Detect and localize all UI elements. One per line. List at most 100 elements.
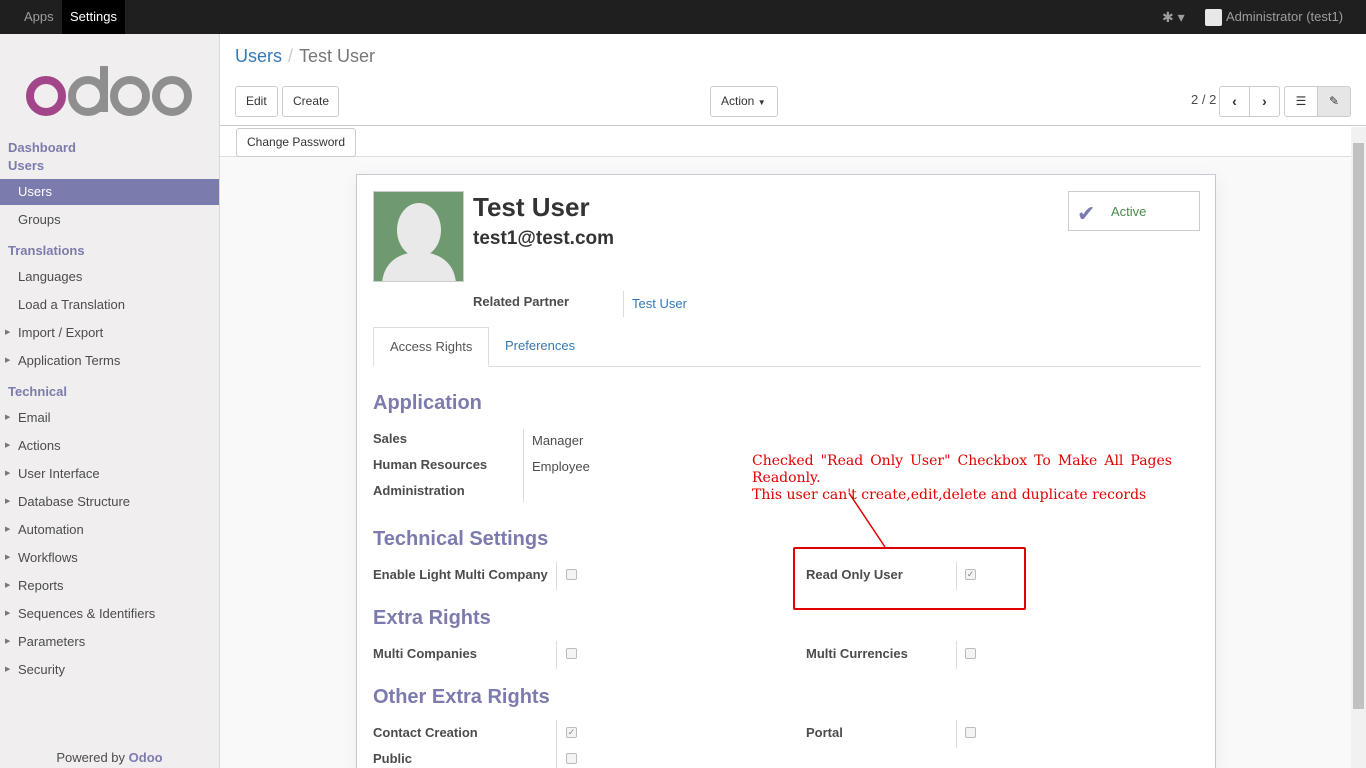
user-login-field: test1@test.com [473, 228, 615, 249]
sidebar-item-import-export[interactable]: ▶ Import / Export [0, 320, 219, 346]
sidebar-item-label: Automation [18, 522, 84, 537]
human-resources-label: Human Resources [373, 457, 488, 472]
pager-next-button[interactable]: › [1249, 86, 1280, 117]
sales-value[interactable]: Manager [532, 433, 583, 448]
sidebar-item-label: Application Terms [18, 353, 121, 368]
sidebar-item-groups[interactable]: Groups [0, 207, 219, 233]
sidebar-item-label: Import / Export [18, 325, 104, 340]
sidebar-item-automation[interactable]: ▶ Automation [0, 517, 219, 543]
human-resources-value[interactable]: Employee [532, 459, 590, 474]
settings-menu[interactable]: Settings [62, 0, 125, 34]
pager-value: 2 / 2 [1191, 92, 1217, 107]
sidebar-item-workflows[interactable]: ▶ Workflows [0, 545, 219, 571]
create-button[interactable]: Create [282, 86, 339, 117]
form-view-icon: ✎ [1328, 94, 1340, 108]
powered-by-text: Powered by [56, 750, 126, 765]
portal-checkbox[interactable] [965, 727, 976, 738]
active-toggle-button[interactable]: ✔ Active [1068, 191, 1200, 231]
check-icon: ✔ [1077, 201, 1096, 226]
field-divider [956, 720, 957, 748]
field-divider [623, 291, 624, 317]
list-view-button[interactable]: ☰ [1284, 86, 1318, 117]
user-menu[interactable]: Administrator (test1) [1205, 0, 1343, 34]
action-dropdown-button[interactable]: Action ▼ [710, 86, 778, 117]
active-label: Active [1111, 204, 1147, 219]
sidebar-item-parameters[interactable]: ▶ Parameters [0, 629, 219, 655]
change-password-button[interactable]: Change Password [236, 128, 357, 157]
sidebar-section-technical: Technical [8, 384, 68, 399]
list-view-icon: ☰ [1295, 94, 1307, 108]
sidebar-item-application-terms[interactable]: ▶ Application Terms [0, 348, 219, 374]
field-divider [956, 641, 957, 669]
sidebar-item-label: Sequences & Identifiers [18, 606, 156, 621]
caret-right-icon: ▶ [5, 498, 11, 505]
sidebar-item-label: Security [18, 662, 65, 677]
breadcrumb-users-link[interactable]: Users [235, 46, 282, 66]
sidebar: Dashboard Users Users Groups Translation… [0, 34, 220, 768]
tab-preferences[interactable]: Preferences [489, 327, 591, 367]
chevron-left-icon: ‹ [1232, 93, 1237, 109]
caret-right-icon: ▶ [5, 666, 11, 673]
scrollbar-thumb[interactable] [1353, 143, 1364, 709]
form-statusbar: Change Password [220, 127, 1351, 157]
sidebar-item-email[interactable]: ▶ Email [0, 405, 219, 431]
caret-right-icon: ▶ [5, 357, 11, 364]
light-multi-company-checkbox[interactable] [566, 569, 577, 580]
extra-rights-title: Extra Rights [373, 607, 491, 629]
caret-right-icon: ▶ [5, 526, 11, 533]
multi-companies-checkbox[interactable] [566, 648, 577, 659]
sidebar-item-label: User Interface [18, 466, 100, 481]
field-divider [556, 746, 557, 768]
form-view-button[interactable]: ✎ [1317, 86, 1351, 117]
user-placeholder-icon [374, 192, 463, 281]
tab-access-rights[interactable]: Access Rights [373, 327, 490, 367]
caret-right-icon: ▶ [5, 442, 11, 449]
chevron-right-icon: › [1262, 93, 1267, 109]
other-extra-rights-title: Other Extra Rights [373, 686, 550, 708]
sidebar-item-label: Reports [18, 578, 64, 593]
caret-right-icon: ▶ [5, 329, 11, 336]
sidebar-item-label: Actions [18, 438, 61, 453]
multi-currencies-label: Multi Currencies [806, 646, 908, 661]
sidebar-item-sequences[interactable]: ▶ Sequences & Identifiers [0, 601, 219, 627]
caret-down-icon: ▼ [757, 98, 766, 107]
control-panel: Users / Test User Edit Create Action ▼ 2 /… [220, 34, 1366, 126]
contact-creation-checkbox[interactable]: ✓ [566, 727, 577, 738]
sidebar-item-user-interface[interactable]: ▶ User Interface [0, 461, 219, 487]
public-label: Public [373, 751, 413, 766]
vertical-scrollbar[interactable] [1351, 127, 1366, 768]
apps-menu[interactable]: Apps [24, 0, 54, 34]
breadcrumb: Users / Test User [235, 46, 375, 67]
user-photo[interactable] [373, 191, 464, 282]
sidebar-item-database-structure[interactable]: ▶ Database Structure [0, 489, 219, 515]
pager-previous-button[interactable]: ‹ [1219, 86, 1250, 117]
related-partner-link[interactable]: Test User [632, 296, 687, 311]
debug-bug-icon[interactable]: ✱ ▾ [1162, 9, 1188, 25]
powered-by-brand-link[interactable]: Odoo [129, 750, 163, 765]
sidebar-item-reports[interactable]: ▶ Reports [0, 573, 219, 599]
sidebar-item-languages[interactable]: Languages [0, 264, 219, 290]
annotation-line-1: Checked "Read Only User" Checkbox To Mak… [752, 453, 1172, 486]
light-multi-company-label: Enable Light Multi Company [373, 567, 548, 582]
caret-right-icon: ▶ [5, 414, 11, 421]
multi-currencies-checkbox[interactable] [965, 648, 976, 659]
portal-label: Portal [806, 725, 843, 740]
powered-by: Powered by Odoo [0, 750, 219, 765]
multi-companies-label: Multi Companies [373, 646, 478, 661]
sidebar-section-dashboard[interactable]: Dashboard [8, 140, 76, 155]
caret-right-icon: ▶ [5, 554, 11, 561]
odoo-logo [26, 66, 192, 116]
contact-creation-label: Contact Creation [373, 725, 478, 740]
edit-button[interactable]: Edit [235, 86, 278, 117]
related-partner-label: Related Partner [473, 294, 570, 309]
sidebar-item-security[interactable]: ▶ Security [0, 657, 219, 683]
public-checkbox[interactable] [566, 753, 577, 764]
sidebar-item-load-translation[interactable]: Load a Translation [0, 292, 219, 318]
administration-label: Administration [373, 483, 465, 498]
top-navbar: Apps Settings ✱ ▾ Administrator (test1) [0, 0, 1366, 34]
sidebar-item-label: Email [18, 410, 51, 425]
breadcrumb-current: Test User [299, 46, 376, 66]
field-divider [523, 429, 524, 502]
sidebar-item-actions[interactable]: ▶ Actions [0, 433, 219, 459]
sidebar-item-users[interactable]: Users [0, 179, 219, 205]
